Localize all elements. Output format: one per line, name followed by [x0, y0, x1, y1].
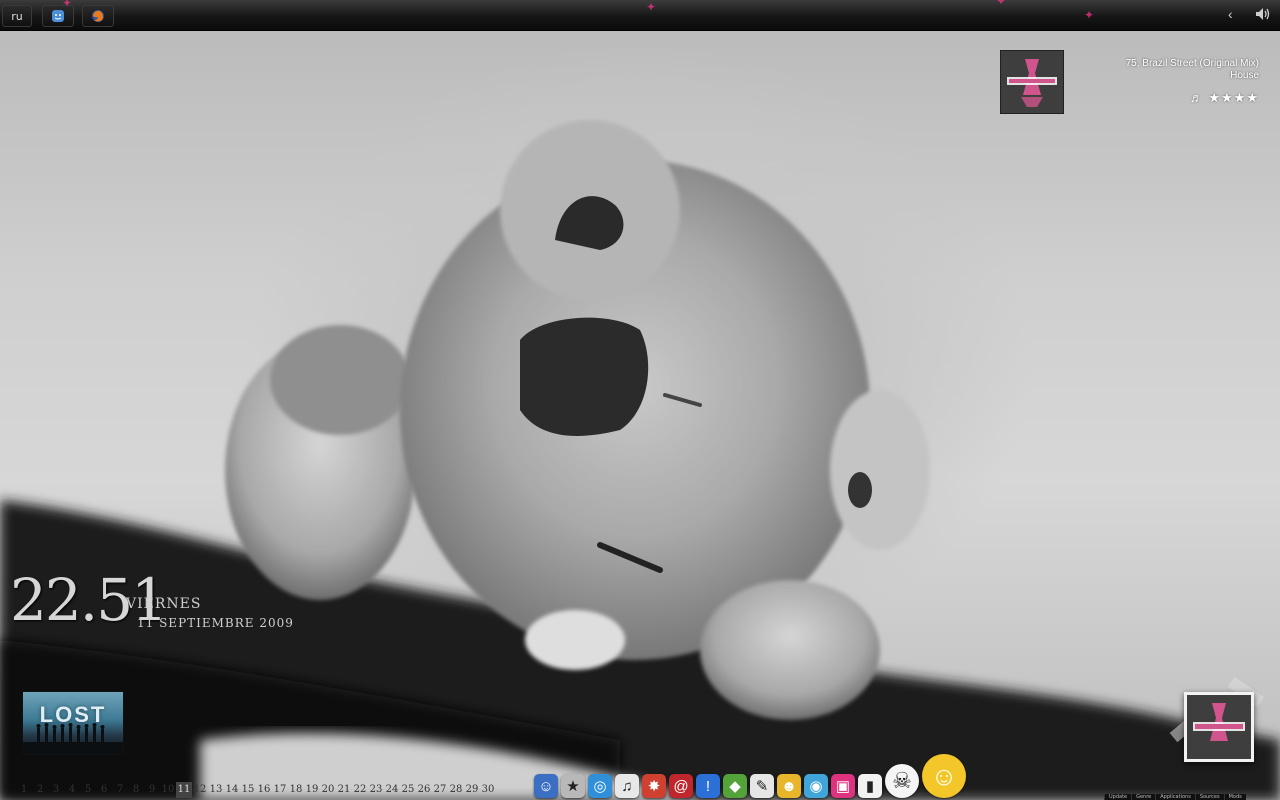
mini-menu-item[interactable]: Update: [1104, 794, 1131, 800]
calendar-day[interactable]: 3: [48, 782, 64, 798]
calendar-day[interactable]: 25: [400, 782, 416, 798]
calendar-day[interactable]: 11: [176, 782, 192, 798]
fireworks-dock-icon[interactable]: ✸: [642, 774, 666, 798]
sparkle-decoration: ✦: [1084, 8, 1095, 22]
calendar-day[interactable]: 19: [304, 782, 320, 798]
speaker-icon[interactable]: [1254, 5, 1272, 23]
calendar-day[interactable]: 22: [352, 782, 368, 798]
messages-dock-icon[interactable]: !: [696, 774, 720, 798]
network-glyph-icon: ◉: [809, 778, 823, 795]
calendar-day[interactable]: 6: [96, 782, 112, 798]
calendar-day[interactable]: 17: [272, 782, 288, 798]
remote-glyph-icon: ▮: [865, 778, 875, 795]
address-book-glyph-icon: @: [673, 777, 689, 795]
calendar-day[interactable]: 5: [80, 782, 96, 798]
terminal-button[interactable]: ru: [2, 5, 32, 27]
cat-glyph-icon: ☻: [781, 777, 797, 795]
calendar-day[interactable]: 13: [208, 782, 224, 798]
fireworks-glyph-icon: ✸: [647, 778, 661, 795]
mini-menu: Update Genre Applications Sources Mods: [1104, 794, 1246, 800]
calendar-day[interactable]: 23: [368, 782, 384, 798]
mini-menu-item[interactable]: Sources: [1194, 794, 1224, 800]
calendar-day[interactable]: 12: [192, 782, 208, 798]
address-book-dock-icon[interactable]: @: [669, 774, 693, 798]
finder-glyph-icon: ☺: [538, 777, 554, 795]
calendar-day[interactable]: 4: [64, 782, 80, 798]
teddy-bear-photo: [0, 120, 1280, 800]
messages-glyph-icon: !: [705, 777, 711, 795]
smiley-dock-icon[interactable]: ☺: [922, 754, 966, 798]
calendar-day-strip: 1 2 3 4 5 6 7 8 9 10 11 12 13 14 15 16 17 18 19 20 21 22 23 24 2…: [16, 782, 496, 798]
album-art-image: [1187, 695, 1251, 759]
top-bar: ru ✦ ✦ ✦ ✦ ‹: [0, 0, 1280, 31]
calendar-day[interactable]: 21: [336, 782, 352, 798]
dock: ☺ ★ ◎ ♫ ✸ @! ◆ ✎ ☻ ◉ ▣ ▮ ☠ ☺: [534, 752, 966, 798]
network-dock-icon[interactable]: ◉: [804, 774, 828, 798]
firefox-button[interactable]: [82, 5, 114, 27]
adium-dock-icon[interactable]: ◆: [723, 774, 747, 798]
star-glyph-icon: ★: [566, 778, 580, 795]
lost-thumbnail[interactable]: LOST: [22, 691, 124, 755]
calendar-day[interactable]: 30: [480, 782, 496, 798]
calendar-day[interactable]: 27: [432, 782, 448, 798]
calendar-day[interactable]: 10: [160, 782, 176, 798]
skull-dock-icon[interactable]: ☠: [885, 764, 919, 798]
now-playing-album-art[interactable]: [1000, 50, 1064, 114]
now-playing-rating[interactable]: ♬ ★★★★: [1190, 90, 1259, 106]
mini-menu-item[interactable]: Genre: [1131, 794, 1155, 800]
corner-album-art[interactable]: [1184, 692, 1254, 762]
calendar-day[interactable]: 28: [448, 782, 464, 798]
smiley-glyph-icon: ☺: [930, 760, 958, 791]
now-playing-genre: House: [1230, 70, 1259, 81]
sparkle-decoration: ✦: [996, 0, 1007, 8]
finder-dock-icon[interactable]: ☺: [534, 774, 558, 798]
cast-silhouettes: [23, 723, 123, 754]
sparkle-decoration: ✦: [62, 0, 73, 10]
browser-glyph-icon: ◎: [593, 778, 607, 795]
photo-dock-icon[interactable]: ✎: [750, 774, 774, 798]
clock-date: 11 Septiembre 2009: [137, 616, 294, 630]
calendar-day[interactable]: 16: [256, 782, 272, 798]
calendar-day[interactable]: 14: [224, 782, 240, 798]
calendar-day[interactable]: 7: [112, 782, 128, 798]
calendar-day[interactable]: 1: [16, 782, 32, 798]
photo-glyph-icon: ✎: [755, 778, 769, 795]
skull-glyph-icon: ☠: [892, 768, 912, 793]
calendar-day[interactable]: 2: [32, 782, 48, 798]
remote-dock-icon[interactable]: ▮: [858, 774, 882, 798]
album-art-image: [1001, 51, 1063, 113]
sparkle-decoration: ✦: [646, 0, 657, 14]
desktop-wallpaper: [0, 0, 1280, 800]
clock-day: Viernes: [126, 596, 202, 612]
calendar-day[interactable]: 15: [240, 782, 256, 798]
firefox-icon: [92, 10, 104, 22]
music-dock-icon[interactable]: ♫: [615, 774, 639, 798]
calendar-day[interactable]: 20: [320, 782, 336, 798]
pink-monster-glyph-icon: ▣: [835, 778, 851, 795]
music-glyph-icon: ♫: [621, 777, 633, 795]
pink-monster-dock-icon[interactable]: ▣: [831, 774, 855, 798]
star-dock-icon[interactable]: ★: [561, 774, 585, 798]
calendar-day[interactable]: 18: [288, 782, 304, 798]
finder-icon: [52, 10, 64, 22]
calendar-day[interactable]: 26: [416, 782, 432, 798]
terminal-icon: ru: [11, 9, 23, 23]
cat-dock-icon[interactable]: ☻: [777, 774, 801, 798]
now-playing-title: 75, Brazil Street (Original Mix): [1125, 58, 1259, 69]
browser-dock-icon[interactable]: ◎: [588, 774, 612, 798]
chevron-left-icon[interactable]: ‹: [1228, 6, 1233, 22]
calendar-day[interactable]: 29: [464, 782, 480, 798]
calendar-day[interactable]: 8: [128, 782, 144, 798]
mini-menu-item[interactable]: Mods: [1223, 794, 1246, 800]
mini-menu-item[interactable]: Applications: [1155, 794, 1195, 800]
adium-glyph-icon: ◆: [729, 778, 741, 795]
calendar-day[interactable]: 24: [384, 782, 400, 798]
calendar-day[interactable]: 9: [144, 782, 160, 798]
